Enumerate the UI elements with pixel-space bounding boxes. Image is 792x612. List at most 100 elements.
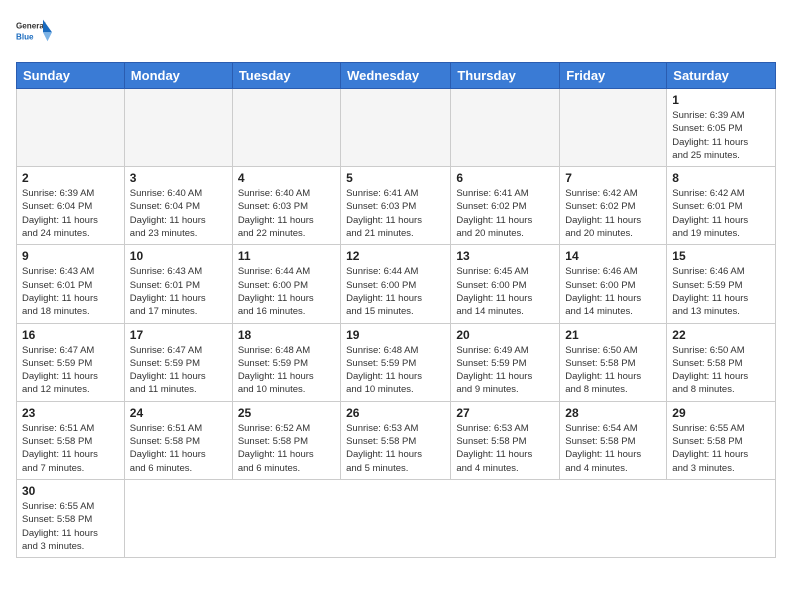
weekday-header-sunday: Sunday [17, 63, 125, 89]
weekday-header-monday: Monday [124, 63, 232, 89]
weekday-header-tuesday: Tuesday [232, 63, 340, 89]
calendar-day-cell: 2 Sunrise: 6:39 AM Sunset: 6:04 PM Daylig… [17, 167, 125, 245]
weekday-header-wednesday: Wednesday [341, 63, 451, 89]
day-number: 23 [22, 406, 119, 420]
day-number: 18 [238, 328, 335, 342]
day-number: 1 [672, 93, 770, 107]
day-number: 9 [22, 249, 119, 263]
calendar-day-cell: 3 Sunrise: 6:40 AM Sunset: 6:04 PM Daylig… [124, 167, 232, 245]
day-info: Sunrise: 6:48 AM Sunset: 5:59 PM Dayligh… [238, 344, 335, 397]
calendar-day-cell: 7 Sunrise: 6:42 AM Sunset: 6:02 PM Daylig… [560, 167, 667, 245]
calendar-day-cell: 19 Sunrise: 6:48 AM Sunset: 5:59 PM Dayli… [341, 323, 451, 401]
calendar-day-cell: 28 Sunrise: 6:54 AM Sunset: 5:58 PM Dayli… [560, 401, 667, 479]
day-number: 13 [456, 249, 554, 263]
day-number: 20 [456, 328, 554, 342]
day-number: 10 [130, 249, 227, 263]
calendar-day-cell: 9 Sunrise: 6:43 AM Sunset: 6:01 PM Daylig… [17, 245, 125, 323]
calendar-day-cell [560, 89, 667, 167]
day-info: Sunrise: 6:50 AM Sunset: 5:58 PM Dayligh… [565, 344, 661, 397]
calendar-day-cell: 12 Sunrise: 6:44 AM Sunset: 6:00 PM Dayli… [341, 245, 451, 323]
calendar-week-row: 23 Sunrise: 6:51 AM Sunset: 5:58 PM Dayli… [17, 401, 776, 479]
day-info: Sunrise: 6:48 AM Sunset: 5:59 PM Dayligh… [346, 344, 445, 397]
calendar-day-cell [17, 89, 125, 167]
day-number: 24 [130, 406, 227, 420]
day-info: Sunrise: 6:47 AM Sunset: 5:59 PM Dayligh… [22, 344, 119, 397]
day-number: 21 [565, 328, 661, 342]
day-info: Sunrise: 6:39 AM Sunset: 6:04 PM Dayligh… [22, 187, 119, 240]
day-number: 12 [346, 249, 445, 263]
day-number: 27 [456, 406, 554, 420]
calendar-day-cell [451, 89, 560, 167]
weekday-header-row: SundayMondayTuesdayWednesdayThursdayFrid… [17, 63, 776, 89]
day-info: Sunrise: 6:49 AM Sunset: 5:59 PM Dayligh… [456, 344, 554, 397]
calendar-day-cell [124, 89, 232, 167]
day-number: 30 [22, 484, 119, 498]
calendar-day-cell: 25 Sunrise: 6:52 AM Sunset: 5:58 PM Dayli… [232, 401, 340, 479]
day-number: 5 [346, 171, 445, 185]
day-info: Sunrise: 6:44 AM Sunset: 6:00 PM Dayligh… [346, 265, 445, 318]
calendar-day-cell: 29Sunrise: 6:55 AM Sunset: 5:58 PM Dayli… [667, 401, 776, 479]
day-number: 22 [672, 328, 770, 342]
day-number: 26 [346, 406, 445, 420]
calendar-day-cell: 30 Sunrise: 6:55 AM Sunset: 5:58 PM Dayli… [17, 479, 125, 557]
calendar-day-cell [341, 89, 451, 167]
day-info: Sunrise: 6:44 AM Sunset: 6:00 PM Dayligh… [238, 265, 335, 318]
day-info: Sunrise: 6:40 AM Sunset: 6:03 PM Dayligh… [238, 187, 335, 240]
day-info: Sunrise: 6:40 AM Sunset: 6:04 PM Dayligh… [130, 187, 227, 240]
day-info: Sunrise: 6:46 AM Sunset: 6:00 PM Dayligh… [565, 265, 661, 318]
day-info: Sunrise: 6:43 AM Sunset: 6:01 PM Dayligh… [130, 265, 227, 318]
day-info: Sunrise: 6:55 AM Sunset: 5:58 PM Dayligh… [672, 422, 770, 475]
day-info: Sunrise: 6:43 AM Sunset: 6:01 PM Dayligh… [22, 265, 119, 318]
day-number: 25 [238, 406, 335, 420]
logo: General Blue [16, 16, 52, 52]
calendar-day-cell: 27Sunrise: 6:53 AM Sunset: 5:58 PM Dayli… [451, 401, 560, 479]
day-number: 7 [565, 171, 661, 185]
weekday-header-friday: Friday [560, 63, 667, 89]
calendar-day-cell: 21 Sunrise: 6:50 AM Sunset: 5:58 PM Dayli… [560, 323, 667, 401]
day-info: Sunrise: 6:39 AM Sunset: 6:05 PM Dayligh… [672, 109, 770, 162]
calendar-day-cell: 15Sunrise: 6:46 AM Sunset: 5:59 PM Dayli… [667, 245, 776, 323]
logo-icon: General Blue [16, 16, 52, 52]
day-number: 11 [238, 249, 335, 263]
svg-text:Blue: Blue [16, 32, 34, 41]
calendar-day-cell: 6Sunrise: 6:41 AM Sunset: 6:02 PM Daylig… [451, 167, 560, 245]
calendar-day-cell: 26 Sunrise: 6:53 AM Sunset: 5:58 PM Dayli… [341, 401, 451, 479]
day-number: 15 [672, 249, 770, 263]
calendar-week-row: 16 Sunrise: 6:47 AM Sunset: 5:59 PM Dayli… [17, 323, 776, 401]
weekday-header-thursday: Thursday [451, 63, 560, 89]
day-info: Sunrise: 6:42 AM Sunset: 6:01 PM Dayligh… [672, 187, 770, 240]
day-info: Sunrise: 6:53 AM Sunset: 5:58 PM Dayligh… [346, 422, 445, 475]
calendar-day-cell: 16 Sunrise: 6:47 AM Sunset: 5:59 PM Dayli… [17, 323, 125, 401]
day-number: 28 [565, 406, 661, 420]
calendar-week-row: 9 Sunrise: 6:43 AM Sunset: 6:01 PM Daylig… [17, 245, 776, 323]
day-number: 14 [565, 249, 661, 263]
day-number: 6 [456, 171, 554, 185]
calendar-day-cell: 8 Sunrise: 6:42 AM Sunset: 6:01 PM Daylig… [667, 167, 776, 245]
calendar-day-cell: 17Sunrise: 6:47 AM Sunset: 5:59 PM Dayli… [124, 323, 232, 401]
calendar-week-row: 2 Sunrise: 6:39 AM Sunset: 6:04 PM Daylig… [17, 167, 776, 245]
page-header: General Blue [16, 16, 776, 52]
calendar-day-cell: 22 Sunrise: 6:50 AM Sunset: 5:58 PM Dayli… [667, 323, 776, 401]
calendar-week-row: 30 Sunrise: 6:55 AM Sunset: 5:58 PM Dayli… [17, 479, 776, 557]
day-number: 2 [22, 171, 119, 185]
day-number: 19 [346, 328, 445, 342]
calendar-table: SundayMondayTuesdayWednesdayThursdayFrid… [16, 62, 776, 558]
calendar-day-cell: 1 Sunrise: 6:39 AM Sunset: 6:05 PM Daylig… [667, 89, 776, 167]
calendar-day-cell: 18 Sunrise: 6:48 AM Sunset: 5:59 PM Dayli… [232, 323, 340, 401]
day-number: 16 [22, 328, 119, 342]
calendar-day-cell: 20 Sunrise: 6:49 AM Sunset: 5:59 PM Dayli… [451, 323, 560, 401]
day-number: 3 [130, 171, 227, 185]
calendar-day-cell: 13Sunrise: 6:45 AM Sunset: 6:00 PM Dayli… [451, 245, 560, 323]
day-info: Sunrise: 6:50 AM Sunset: 5:58 PM Dayligh… [672, 344, 770, 397]
day-info: Sunrise: 6:42 AM Sunset: 6:02 PM Dayligh… [565, 187, 661, 240]
day-info: Sunrise: 6:41 AM Sunset: 6:03 PM Dayligh… [346, 187, 445, 240]
day-number: 8 [672, 171, 770, 185]
day-info: Sunrise: 6:55 AM Sunset: 5:58 PM Dayligh… [22, 500, 119, 553]
day-number: 17 [130, 328, 227, 342]
day-number: 4 [238, 171, 335, 185]
calendar-day-cell [232, 89, 340, 167]
day-info: Sunrise: 6:54 AM Sunset: 5:58 PM Dayligh… [565, 422, 661, 475]
day-info: Sunrise: 6:51 AM Sunset: 5:58 PM Dayligh… [22, 422, 119, 475]
day-info: Sunrise: 6:51 AM Sunset: 5:58 PM Dayligh… [130, 422, 227, 475]
day-info: Sunrise: 6:52 AM Sunset: 5:58 PM Dayligh… [238, 422, 335, 475]
